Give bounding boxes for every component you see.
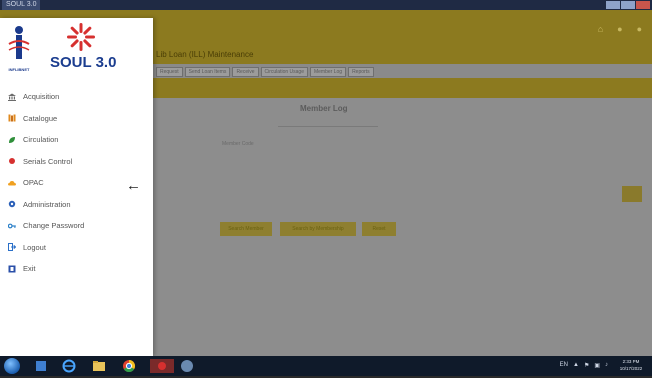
- tab-row: Request Send Loan Items Receive Circulat…: [156, 67, 374, 77]
- clock[interactable]: 2:33 PM 10/17/2022: [616, 358, 646, 372]
- nav-label-circulation: Circulation: [23, 135, 59, 145]
- tab-member-log[interactable]: Member Log: [309, 67, 347, 77]
- header-icons: ⌂ ● ●: [598, 24, 642, 34]
- tab-reports[interactable]: Reports: [348, 67, 374, 77]
- user-icon[interactable]: ●: [617, 24, 622, 34]
- system-tray: EN ▲ ⚑ ▣ ♪: [560, 362, 608, 369]
- chrome-icon[interactable]: [122, 359, 136, 373]
- tab-send-loan-items[interactable]: Send Loan Items: [184, 67, 231, 77]
- taskbar: EN ▲ ⚑ ▣ ♪ 2:33 PM 10/17/2022: [0, 356, 652, 376]
- nav-label-opac: OPAC: [23, 178, 44, 188]
- module-title: Lib Loan (ILL) Maintenance: [156, 50, 254, 59]
- file-explorer-icon[interactable]: [92, 359, 106, 373]
- nav-item-acquisition[interactable]: Acquisition: [0, 86, 153, 108]
- nav-label-exit: Exit: [23, 264, 36, 274]
- exit-icon: [8, 265, 16, 273]
- chevron-up-icon[interactable]: ▲: [573, 362, 579, 369]
- circle-icon: [8, 157, 16, 165]
- leaf-icon: [8, 136, 16, 144]
- tab-request[interactable]: Request: [156, 67, 183, 77]
- nav-label-serials-control: Serials Control: [23, 156, 73, 166]
- nav-item-circulation[interactable]: Circulation: [0, 129, 153, 151]
- tab-circulation-usage[interactable]: Circulation Usage: [260, 67, 308, 77]
- inflibnet-logo: INFLIBNET: [7, 24, 31, 72]
- browser-window-icon[interactable]: [180, 359, 194, 373]
- member-code-label: Member Code: [222, 141, 254, 147]
- tab-receive[interactable]: Receive: [232, 67, 259, 77]
- books-icon: [8, 114, 16, 122]
- internet-explorer-icon[interactable]: [62, 359, 76, 373]
- os-titlebar: SOUL 3.0: [0, 0, 652, 10]
- inflibnet-logo-icon: [8, 26, 30, 59]
- nav-label-administration: Administration: [23, 199, 71, 209]
- minimize-button[interactable]: [606, 1, 620, 9]
- gear-icon: [8, 200, 16, 208]
- side-action-button[interactable]: [622, 186, 642, 202]
- title-divider: [278, 126, 378, 127]
- flag-icon[interactable]: ⚑: [584, 362, 589, 369]
- help-icon[interactable]: ●: [637, 24, 642, 34]
- search-member-button[interactable]: Search Member: [220, 222, 272, 236]
- page-title: Member Log: [300, 104, 348, 113]
- nav-label-change-password: Change Password: [23, 221, 85, 231]
- search-by-membership-button[interactable]: Search by Membership: [280, 222, 356, 236]
- logout-icon: [8, 243, 16, 252]
- close-button[interactable]: [636, 1, 650, 9]
- nav-item-administration[interactable]: Administration: [0, 194, 153, 216]
- logo-area: INFLIBNET SOUL 3.0: [0, 18, 153, 80]
- network-icon[interactable]: ▣: [594, 362, 600, 369]
- start-button[interactable]: [4, 358, 20, 374]
- os-window-title: SOUL 3.0: [2, 0, 41, 10]
- nav-item-exit[interactable]: Exit: [0, 258, 153, 280]
- navigation-drawer: INFLIBNET SOUL 3.0 Acquisition Catalogue…: [0, 18, 153, 356]
- cloud-icon: [8, 179, 16, 187]
- soul-logo-icon: [67, 23, 95, 51]
- home-icon[interactable]: ⌂: [598, 24, 603, 34]
- key-icon: [8, 222, 16, 230]
- arrow-left-icon[interactable]: ←: [126, 178, 141, 193]
- taskbar-app-icon[interactable]: [34, 359, 48, 373]
- reset-button[interactable]: Reset: [362, 222, 396, 236]
- nav-item-catalogue[interactable]: Catalogue: [0, 108, 153, 130]
- language-indicator[interactable]: EN: [560, 362, 568, 369]
- nav-item-change-password[interactable]: Change Password: [0, 215, 153, 237]
- clock-date: 10/17/2022: [619, 366, 643, 371]
- clock-time: 2:33 PM: [622, 359, 640, 364]
- soul-taskbar-icon[interactable]: [150, 359, 174, 373]
- nav-label-acquisition: Acquisition: [23, 92, 60, 102]
- window-controls: [606, 1, 650, 9]
- volume-icon[interactable]: ♪: [605, 362, 608, 369]
- nav-label-catalogue: Catalogue: [23, 113, 58, 123]
- nav-item-logout[interactable]: Logout: [0, 237, 153, 259]
- maximize-button[interactable]: [621, 1, 635, 9]
- nav-label-logout: Logout: [23, 242, 46, 252]
- bank-icon: [8, 93, 16, 101]
- brand-title: SOUL 3.0: [50, 54, 117, 71]
- inflibnet-logo-text: INFLIBNET: [8, 67, 30, 72]
- nav-item-serials-control[interactable]: Serials Control: [0, 151, 153, 173]
